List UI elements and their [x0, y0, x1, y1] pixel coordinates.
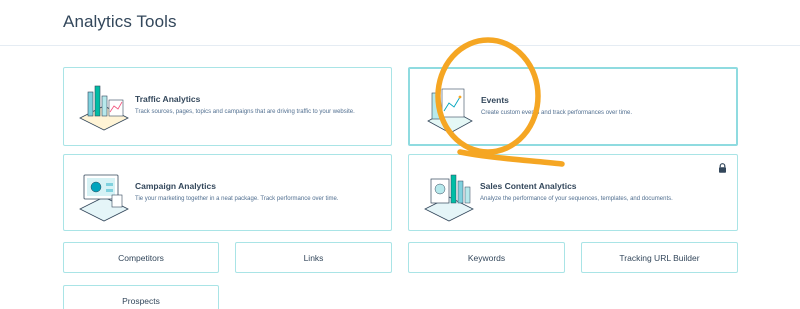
card-description: Analyze the performance of your sequence…: [480, 196, 673, 202]
card-description: Tie your marketing together in a neat pa…: [135, 196, 339, 202]
header-divider: [0, 45, 800, 46]
card-title: Traffic Analytics: [135, 94, 201, 104]
card-description: Create custom events and track performan…: [481, 110, 633, 116]
card-traffic-analytics[interactable]: Traffic Analytics Track sources, pages, …: [63, 67, 392, 146]
sales-content-icon: [424, 174, 474, 222]
card-title: Events: [481, 95, 509, 105]
lock-icon: [719, 163, 726, 173]
keywords-button[interactable]: Keywords: [408, 242, 565, 273]
card-campaign-analytics[interactable]: Campaign Analytics Tie your marketing to…: [63, 154, 392, 231]
card-sales-content-analytics[interactable]: Sales Content Analytics Analyze the perf…: [408, 154, 738, 231]
prospects-button[interactable]: Prospects: [63, 285, 219, 309]
card-description: Track sources, pages, topics and campaig…: [135, 109, 355, 115]
card-events[interactable]: Events Create custom events and track pe…: [408, 67, 738, 146]
card-title: Campaign Analytics: [135, 181, 216, 191]
page-title: Analytics Tools: [63, 12, 177, 31]
competitors-button[interactable]: Competitors: [63, 242, 219, 273]
campaign-monitor-icon: [79, 174, 129, 222]
links-button[interactable]: Links: [235, 242, 392, 273]
traffic-chart-icon: [79, 85, 129, 131]
tracking-url-builder-button[interactable]: Tracking URL Builder: [581, 242, 738, 273]
card-title: Sales Content Analytics: [480, 181, 577, 191]
events-chart-icon: [427, 88, 473, 134]
